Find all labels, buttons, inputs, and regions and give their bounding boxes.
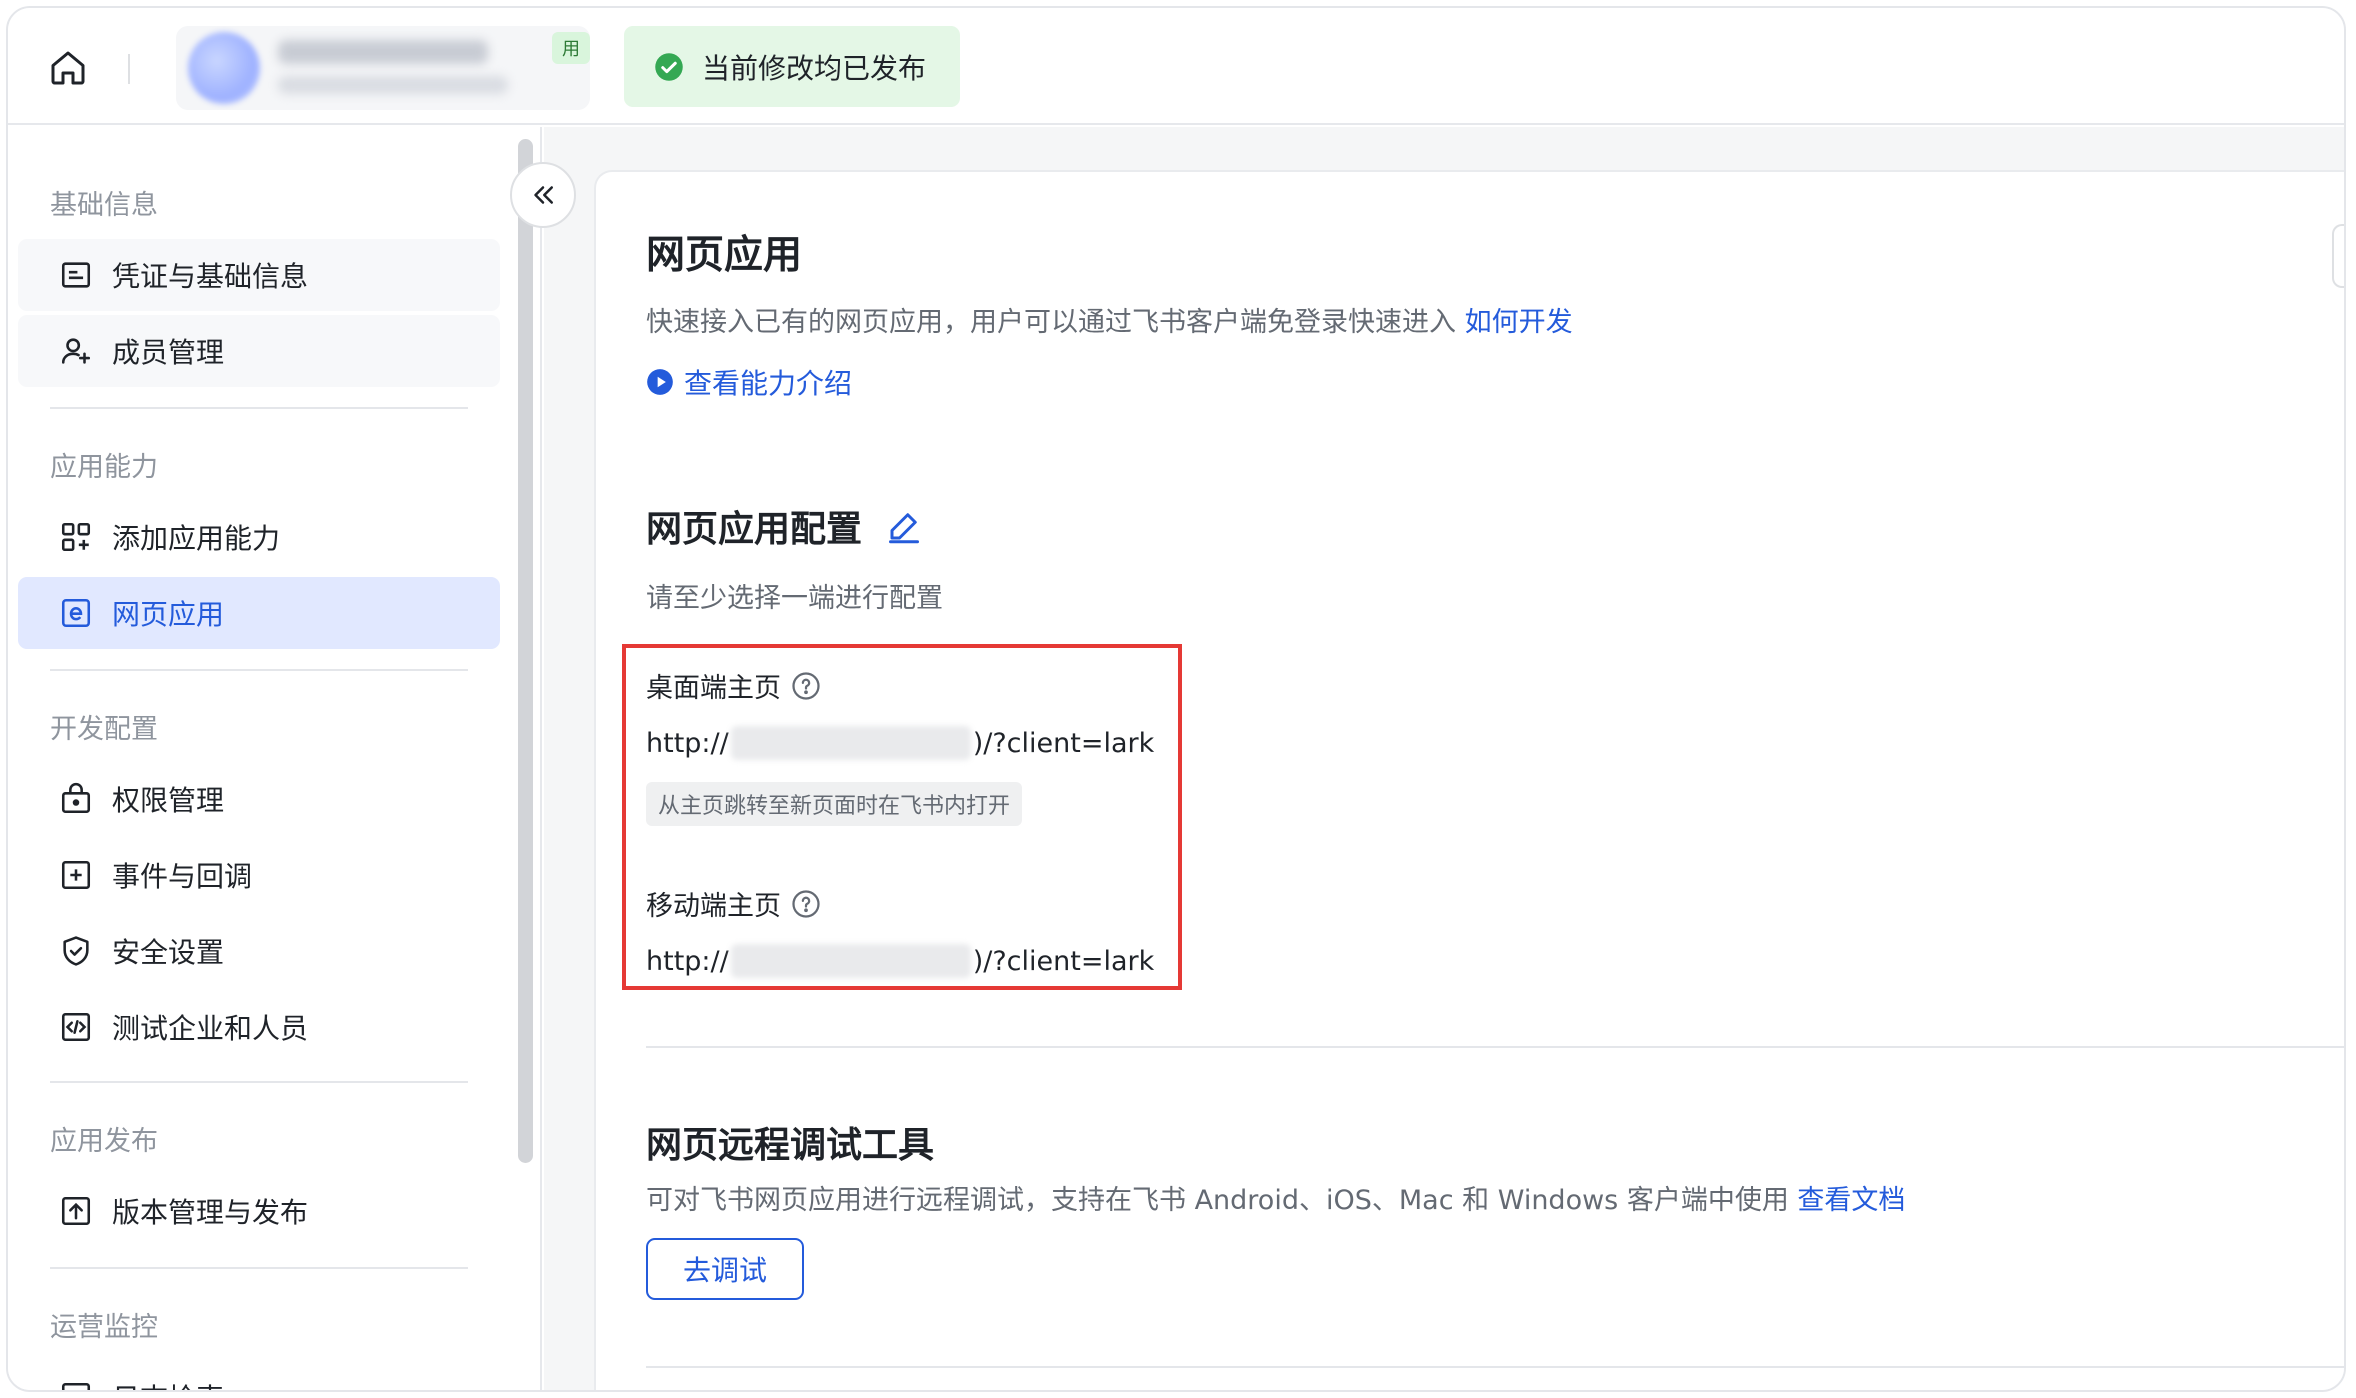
mobile-url-suffix: )/?client=lark — [972, 945, 1155, 977]
group-title-dev-config: 开发配置 — [50, 714, 158, 745]
home-icon — [51, 51, 85, 85]
capability-intro-label: 查看能力介绍 — [684, 367, 853, 400]
help-icon[interactable] — [791, 889, 821, 919]
desktop-homepage-url: http:// )/?client=lark — [646, 726, 1154, 760]
sidebar-item-label: 测试企业和人员 — [112, 1012, 309, 1045]
sidebar-divider — [50, 407, 468, 409]
credential-icon — [58, 257, 94, 293]
section-divider — [646, 1366, 2344, 1368]
content-card: 网页应用 快速接入已有的网页应用，用户可以通过飞书客户端免登录快速进入 如何开发… — [594, 170, 2344, 1390]
sidebar-item-label: 添加应用能力 — [112, 522, 281, 555]
sidebar-item-web-app[interactable]: 网页应用 — [18, 577, 500, 649]
upload-icon — [58, 1193, 94, 1229]
desktop-label-text: 桌面端主页 — [646, 673, 781, 704]
desktop-url-suffix: )/?client=lark — [972, 727, 1155, 759]
web-app-icon — [58, 595, 94, 631]
lock-icon — [58, 781, 94, 817]
group-title-monitoring: 运营监控 — [50, 1312, 158, 1343]
check-circle-icon — [655, 52, 683, 81]
log-icon — [58, 1379, 94, 1390]
page-description: 快速接入已有的网页应用，用户可以通过飞书客户端免登录快速进入 如何开发 — [646, 300, 1573, 339]
help-icon[interactable] — [791, 671, 821, 701]
sidebar-item-label: 日志检索 — [112, 1377, 224, 1390]
sidebar-item-permissions[interactable]: 权限管理 — [18, 763, 500, 835]
debug-description: 可对飞书网页应用进行远程调试，支持在飞书 Android、iOS、Mac 和 W… — [646, 1178, 1905, 1217]
page-title: 网页应用 — [646, 233, 803, 278]
config-title-text: 网页应用配置 — [646, 509, 863, 550]
desktop-homepage-label: 桌面端主页 — [646, 666, 821, 705]
url-redacted — [730, 726, 971, 760]
publish-status: 当前修改均已发布 — [624, 26, 960, 107]
edit-icon[interactable] — [886, 508, 922, 544]
code-icon — [58, 1009, 94, 1045]
group-title-release: 应用发布 — [50, 1126, 158, 1157]
sidebar-item-label: 事件与回调 — [112, 860, 253, 893]
grid-add-icon — [58, 519, 94, 555]
debug-description-text: 可对飞书网页应用进行远程调试，支持在飞书 Android、iOS、Mac 和 W… — [646, 1185, 1789, 1216]
view-docs-link[interactable]: 查看文档 — [1797, 1185, 1905, 1216]
config-subtitle: 请至少选择一端进行配置 — [646, 583, 943, 614]
shield-icon — [58, 933, 94, 969]
sidebar-item-label: 成员管理 — [112, 336, 225, 369]
url-redacted — [730, 944, 971, 978]
debug-section-title: 网页远程调试工具 — [646, 1125, 935, 1166]
open-in-lark-tag: 从主页跳转至新页面时在飞书内打开 — [646, 782, 1023, 826]
plus-square-icon — [58, 857, 94, 893]
sidebar-item-label: 权限管理 — [112, 784, 225, 817]
sidebar-item-label: 安全设置 — [112, 936, 225, 969]
sidebar-item-label: 版本管理与发布 — [112, 1196, 309, 1229]
mobile-label-text: 移动端主页 — [646, 891, 781, 922]
sidebar-item-logs[interactable]: 日志检索 — [18, 1361, 500, 1390]
sidebar-item-label: 网页应用 — [112, 598, 225, 631]
top-bar: 用 当前修改均已发布 — [8, 8, 2344, 125]
group-title-basic: 基础信息 — [50, 190, 158, 221]
home-button[interactable] — [44, 44, 92, 92]
sidebar-item-add-capability[interactable]: 添加应用能力 — [18, 501, 500, 573]
topbar-divider — [128, 54, 130, 84]
sidebar-divider — [50, 1081, 468, 1083]
publish-status-text: 当前修改均已发布 — [702, 51, 927, 85]
sidebar-item-security[interactable]: 安全设置 — [18, 915, 500, 987]
user-add-icon — [58, 333, 94, 369]
mobile-homepage-label: 移动端主页 — [646, 884, 821, 923]
sidebar-divider — [50, 1267, 468, 1269]
app-window: 用 当前修改均已发布 基础信息 凭证与基础信息 成员管理 应用能力 添加应用能力… — [6, 6, 2346, 1392]
app-switcher[interactable]: 用 — [176, 26, 590, 110]
app-name-redacted — [278, 40, 488, 64]
app-avatar — [188, 32, 260, 104]
sidebar-item-versions[interactable]: 版本管理与发布 — [18, 1175, 500, 1247]
section-divider — [646, 1046, 2344, 1048]
mobile-url-prefix: http:// — [646, 945, 729, 977]
sidebar-item-events[interactable]: 事件与回调 — [18, 839, 500, 911]
mobile-homepage-url: http:// )/?client=lark — [646, 944, 1154, 978]
sidebar-scrollbar[interactable] — [518, 139, 533, 1163]
sidebar-item-credentials[interactable]: 凭证与基础信息 — [18, 239, 500, 311]
page-description-text: 快速接入已有的网页应用，用户可以通过飞书客户端免登录快速进入 — [646, 307, 1456, 338]
double-chevron-left-icon — [534, 186, 553, 204]
collapse-sidebar-button[interactable] — [510, 162, 576, 228]
side-handle[interactable] — [2332, 224, 2344, 288]
capability-intro-link[interactable]: 查看能力介绍 — [646, 362, 852, 402]
app-id-redacted — [278, 76, 508, 94]
sidebar-item-label: 凭证与基础信息 — [112, 260, 309, 293]
desktop-url-prefix: http:// — [646, 727, 729, 759]
go-debug-button[interactable]: 去调试 — [646, 1238, 804, 1300]
app-status-badge: 用 — [552, 32, 590, 64]
sidebar-item-test-tenants[interactable]: 测试企业和人员 — [18, 991, 500, 1063]
config-section-title: 网页应用配置 — [646, 500, 922, 552]
sidebar-divider — [50, 669, 468, 671]
sidebar-item-members[interactable]: 成员管理 — [18, 315, 500, 387]
how-to-develop-link[interactable]: 如何开发 — [1465, 307, 1573, 338]
sidebar: 基础信息 凭证与基础信息 成员管理 应用能力 添加应用能力 网页应用 开发配置 … — [8, 127, 542, 1390]
play-circle-icon — [647, 369, 673, 395]
group-title-capabilities: 应用能力 — [50, 452, 158, 483]
